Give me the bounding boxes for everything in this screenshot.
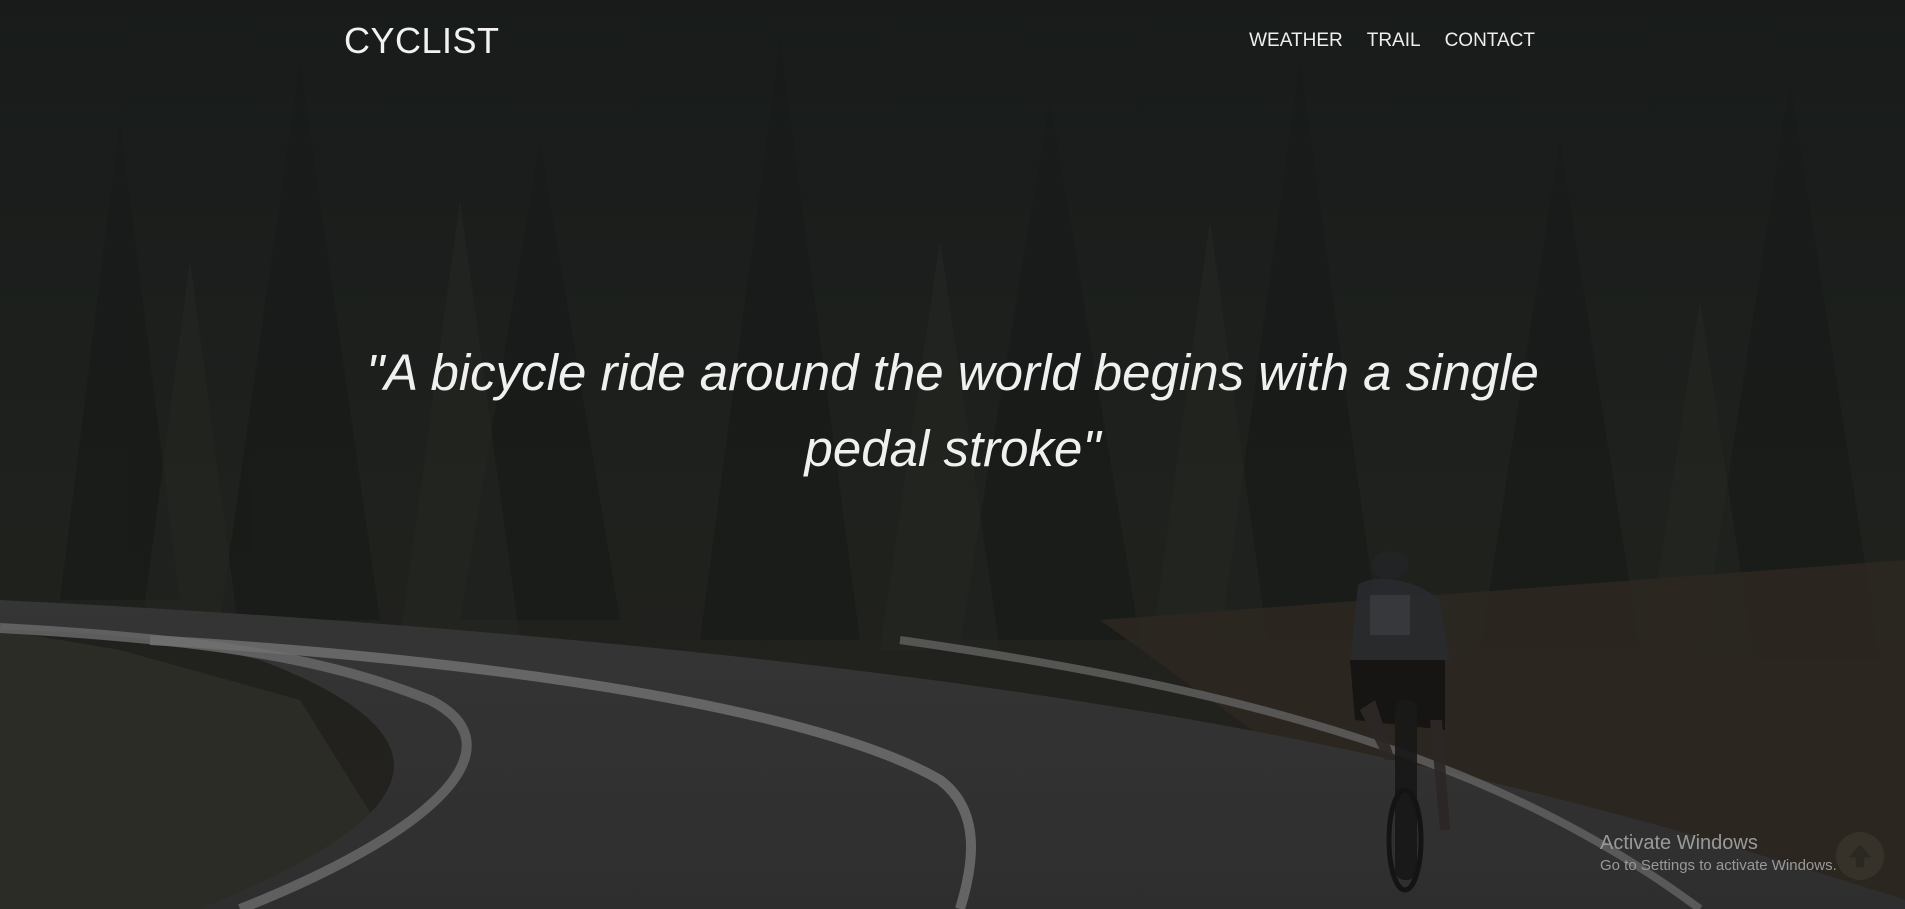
nav-link-contact[interactable]: CONTACT — [1445, 30, 1535, 52]
arrow-up-icon — [1848, 844, 1872, 868]
site-logo[interactable]: CYCLIST — [344, 20, 500, 62]
windows-activation-watermark: Activate Windows Go to Settings to activ… — [1600, 832, 1837, 874]
hero-quote: "A bicycle ride around the world begins … — [300, 335, 1605, 487]
watermark-title: Activate Windows — [1600, 832, 1758, 854]
watermark-subtitle: Go to Settings to activate Windows. — [1600, 857, 1837, 874]
nav-link-weather[interactable]: WEATHER — [1249, 30, 1343, 52]
scroll-to-top-button[interactable] — [1836, 832, 1884, 880]
main-nav: WEATHER TRAIL CONTACT — [1249, 30, 1535, 52]
nav-link-trail[interactable]: TRAIL — [1367, 30, 1421, 52]
hero-section: CYCLIST WEATHER TRAIL CONTACT "A bicycle… — [0, 0, 1905, 909]
hero-quote-line-2: pedal stroke" — [804, 420, 1101, 477]
hero-quote-line-1: "A bicycle ride around the world begins … — [366, 344, 1539, 401]
